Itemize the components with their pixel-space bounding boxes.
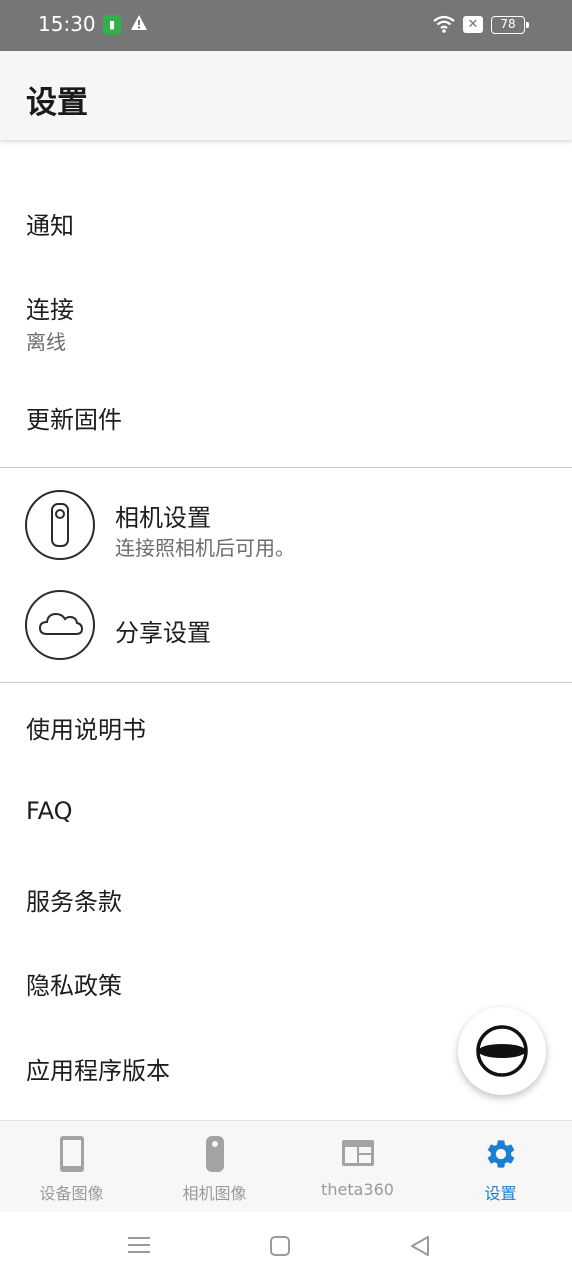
settings-item-faq[interactable]: FAQ	[0, 769, 572, 851]
item-label: 隐私政策	[26, 972, 122, 1000]
connection-status: 离线	[26, 330, 66, 354]
sim-x-icon: ✕	[463, 16, 483, 33]
nav-item-device-images[interactable]: 设备图像	[0, 1121, 143, 1213]
item-label: 更新固件	[26, 406, 122, 434]
theta-logo-icon	[476, 1025, 528, 1077]
nav-item-settings[interactable]: 设置	[429, 1121, 572, 1213]
home-icon[interactable]	[270, 1236, 290, 1260]
item-label: 连接	[26, 296, 74, 324]
item-label: 应用程序版本	[26, 1057, 170, 1085]
settings-item-share-settings[interactable]: 分享设置	[0, 585, 572, 675]
status-time: 15:30	[38, 12, 96, 36]
menu-icon[interactable]	[128, 1235, 150, 1259]
camera-icon	[205, 1135, 225, 1177]
settings-item-update-firmware[interactable]: 更新固件	[0, 376, 572, 458]
cloud-circle-icon	[25, 590, 95, 660]
page-title: 设置	[26, 85, 88, 121]
app-notification-icon: ▮	[103, 15, 121, 35]
divider	[0, 467, 572, 468]
system-navigation-bar	[0, 1212, 572, 1280]
divider	[0, 682, 572, 683]
bottom-navigation: 设备图像 相机图像 theta360 设置	[0, 1120, 572, 1212]
item-label: 服务条款	[26, 888, 122, 916]
nav-label: 相机图像	[182, 1184, 247, 1203]
item-label: 通知	[26, 212, 74, 240]
nav-item-camera-images[interactable]: 相机图像	[143, 1121, 286, 1213]
item-label: 相机设置	[115, 504, 211, 532]
back-icon[interactable]	[410, 1235, 430, 1261]
status-bar: 15:30 ▮ ✕ 78	[0, 0, 572, 51]
nav-item-theta360[interactable]: theta360	[286, 1121, 429, 1213]
battery-icon: 78	[491, 16, 529, 34]
nav-label: 设置	[484, 1184, 517, 1203]
gear-icon	[484, 1137, 518, 1175]
warning-icon	[130, 14, 148, 36]
camera-circle-icon	[25, 490, 95, 560]
item-label: 使用说明书	[26, 716, 146, 744]
item-label: FAQ	[26, 797, 73, 825]
item-label: 分享设置	[115, 619, 211, 647]
app-bar: 设置	[0, 51, 572, 140]
phone-icon	[59, 1135, 85, 1177]
settings-item-camera-settings[interactable]: 相机设置 连接照相机后可用。	[0, 478, 572, 583]
nav-label: 设备图像	[39, 1184, 104, 1203]
settings-item-notifications[interactable]: 通知	[0, 180, 572, 262]
settings-item-connection[interactable]: 连接 离线	[0, 270, 572, 368]
browser-window-icon	[341, 1139, 375, 1171]
wifi-icon	[432, 14, 456, 38]
item-sublabel: 连接照相机后可用。	[115, 536, 295, 560]
settings-item-terms[interactable]: 服务条款	[0, 854, 572, 936]
theta-camera-fab[interactable]	[458, 1007, 546, 1095]
nav-label: theta360	[321, 1180, 394, 1199]
settings-item-manual[interactable]: 使用说明书	[0, 684, 572, 766]
